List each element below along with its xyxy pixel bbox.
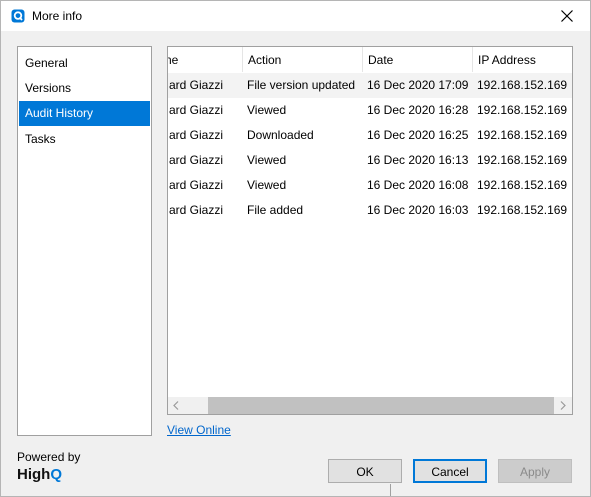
scroll-right-button[interactable] xyxy=(555,397,572,414)
table-row[interactable]: ard Giazzi Downloaded 16 Dec 2020 16:25 … xyxy=(168,123,572,148)
nav-item-label: General xyxy=(25,56,68,70)
chevron-left-icon xyxy=(173,401,179,410)
column-header-label: ne xyxy=(168,53,179,67)
nav-item-label: Audit History xyxy=(25,106,94,120)
column-header-label: Action xyxy=(248,53,282,67)
cell-ip-address: 192.168.152.169 xyxy=(477,203,568,217)
nav-item-versions[interactable]: Versions xyxy=(19,76,150,101)
table-row[interactable]: ard Giazzi File version updated 16 Dec 2… xyxy=(168,73,572,98)
cell-name: ard Giazzi xyxy=(169,153,224,167)
nav-list: General Versions Audit History Tasks xyxy=(17,46,152,436)
cell-action: Viewed xyxy=(247,103,287,117)
nav-item-label: Versions xyxy=(25,81,72,95)
cancel-button[interactable]: Cancel xyxy=(413,459,487,483)
audit-history-table: ne Action Date IP Address ard Giazzi Fil… xyxy=(167,46,573,415)
cell-date: 16 Dec 2020 16:08 xyxy=(367,178,469,192)
apply-button-label: Apply xyxy=(519,465,551,479)
window-title: More info xyxy=(32,9,83,23)
cell-name: ard Giazzi xyxy=(169,78,224,92)
view-online-link[interactable]: View Online xyxy=(167,423,231,437)
table-row[interactable]: ard Giazzi Viewed 16 Dec 2020 16:13 192.… xyxy=(168,148,572,173)
horizontal-scrollbar[interactable] xyxy=(168,397,572,414)
cell-name: ard Giazzi xyxy=(169,203,224,217)
cell-date: 16 Dec 2020 16:03 xyxy=(367,203,469,217)
scroll-thumb[interactable] xyxy=(208,397,554,414)
cell-ip-address: 192.168.152.169 xyxy=(477,153,568,167)
cell-name: ard Giazzi xyxy=(169,178,224,192)
chevron-right-icon xyxy=(560,401,566,410)
highq-q-icon xyxy=(11,9,25,23)
close-icon xyxy=(561,10,573,22)
column-header-label: Date xyxy=(368,53,394,67)
nav-item-general[interactable]: General xyxy=(19,51,150,76)
nav-item-audit-history[interactable]: Audit History xyxy=(19,101,150,126)
highq-logo: HighQ xyxy=(17,466,62,483)
cell-date: 16 Dec 2020 16:28 xyxy=(367,103,469,117)
cell-action: Downloaded xyxy=(247,128,314,142)
title-bar[interactable]: More info xyxy=(1,1,590,31)
cell-name: ard Giazzi xyxy=(169,103,224,117)
close-button[interactable] xyxy=(544,1,590,31)
scroll-left-button[interactable] xyxy=(168,397,185,414)
powered-by-label: Powered by xyxy=(17,450,81,464)
cell-ip-address: 192.168.152.169 xyxy=(477,128,568,142)
cell-date: 16 Dec 2020 16:25 xyxy=(367,128,469,142)
column-header-action[interactable]: Action xyxy=(243,47,363,72)
more-info-dialog: More info General Versions Audit History… xyxy=(0,0,591,497)
nav-item-label: Tasks xyxy=(25,132,56,146)
column-header-name[interactable]: ne xyxy=(168,47,243,72)
cell-date: 16 Dec 2020 17:09 xyxy=(367,78,469,92)
apply-button: Apply xyxy=(498,459,572,483)
cell-action: Viewed xyxy=(247,178,287,192)
ok-button-label: OK xyxy=(356,465,374,479)
table-row[interactable]: ard Giazzi Viewed 16 Dec 2020 16:28 192.… xyxy=(168,98,572,123)
cell-action: Viewed xyxy=(247,153,287,167)
cell-action: File version updated xyxy=(247,78,356,92)
cell-date: 16 Dec 2020 16:13 xyxy=(367,153,469,167)
logo-text-q: Q xyxy=(50,466,62,483)
cell-action: File added xyxy=(247,203,304,217)
nav-item-tasks[interactable]: Tasks xyxy=(19,127,150,152)
column-header-label: IP Address xyxy=(478,53,536,67)
logo-text-high: High xyxy=(17,466,51,483)
ok-button[interactable]: OK xyxy=(328,459,402,483)
cell-ip-address: 192.168.152.169 xyxy=(477,103,568,117)
divider xyxy=(390,484,391,496)
column-header-date[interactable]: Date xyxy=(363,47,473,72)
table-row[interactable]: ard Giazzi File added 16 Dec 2020 16:03 … xyxy=(168,198,572,223)
column-header-ip-address[interactable]: IP Address xyxy=(473,47,572,72)
cell-ip-address: 192.168.152.169 xyxy=(477,78,568,92)
cell-name: ard Giazzi xyxy=(169,128,224,142)
table-row[interactable]: ard Giazzi Viewed 16 Dec 2020 16:08 192.… xyxy=(168,173,572,198)
cell-ip-address: 192.168.152.169 xyxy=(477,178,568,192)
cancel-button-label: Cancel xyxy=(431,465,469,479)
